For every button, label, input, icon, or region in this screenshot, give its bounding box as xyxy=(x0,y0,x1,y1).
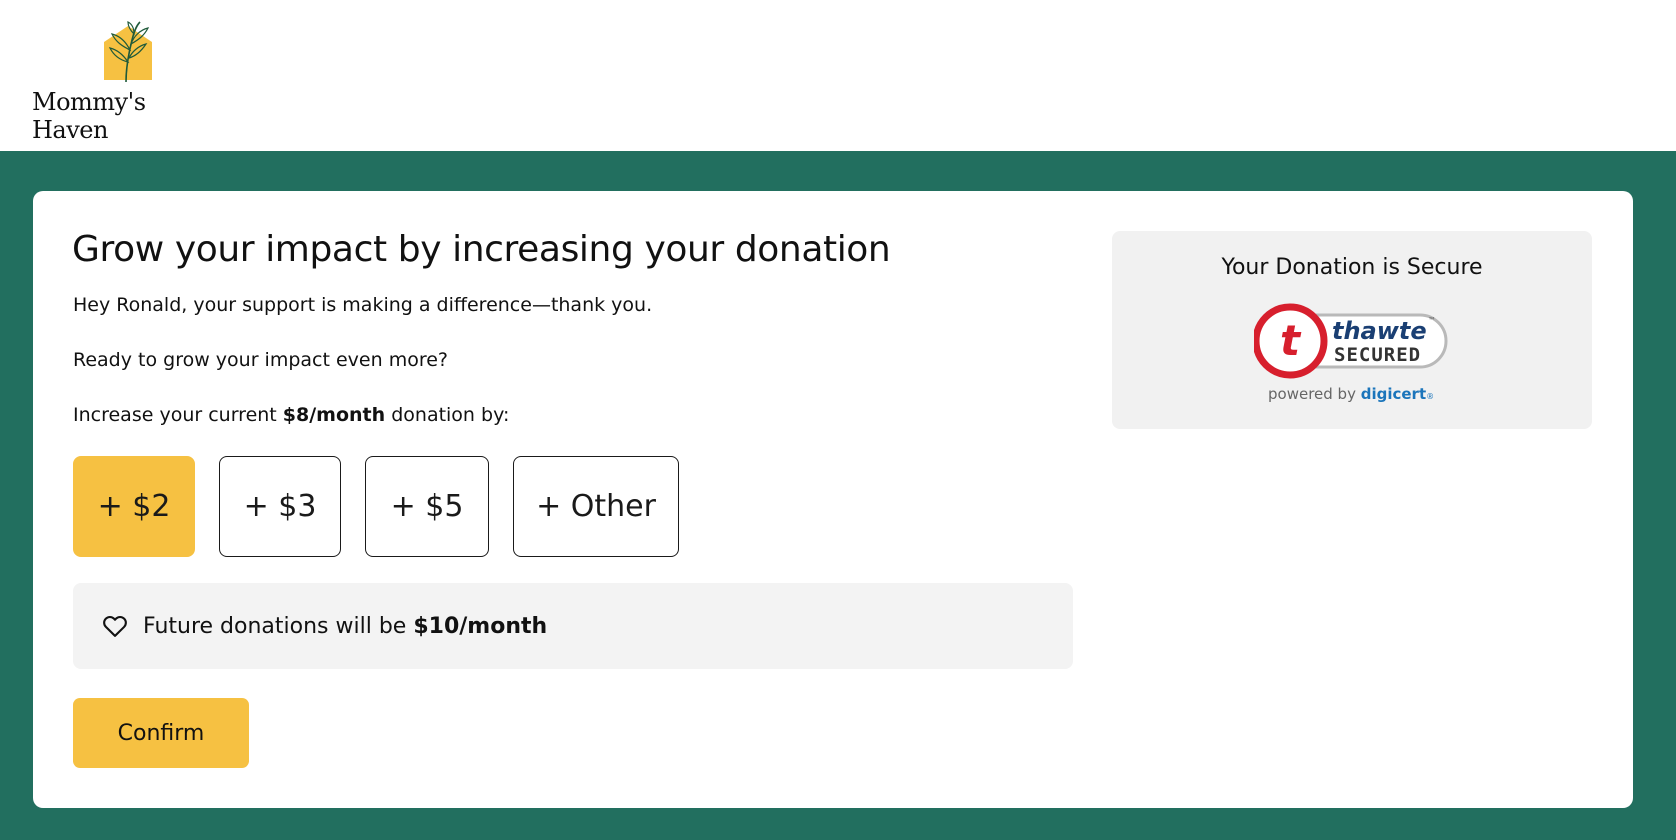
future-donation-summary: Future donations will be $10/month xyxy=(73,583,1073,669)
seal-trademark: ™ xyxy=(1428,316,1436,325)
svg-text:t: t xyxy=(1280,316,1302,365)
greeting-text: Hey Ronald, your support is making a dif… xyxy=(73,294,653,316)
amount-option-3-button[interactable]: + $3 xyxy=(219,456,341,557)
future-amount: $10/month xyxy=(413,613,548,639)
thawte-secured-seal[interactable]: t thawte ™ SECURED powered by digicert® xyxy=(1254,303,1450,407)
amount-option-2-button[interactable]: + $2 xyxy=(73,456,195,557)
logo[interactable]: Mommy's Haven xyxy=(32,20,222,144)
page-title: Grow your impact by increasing your dona… xyxy=(72,229,891,270)
future-donation-text: Future donations will be $10/month xyxy=(143,614,547,639)
seal-powered-prefix: powered by xyxy=(1268,385,1361,403)
seal-brand: thawte xyxy=(1332,317,1427,345)
house-plant-icon xyxy=(104,21,152,83)
confirm-button[interactable]: Confirm xyxy=(73,698,249,768)
increase-suffix: donation by: xyxy=(385,404,510,426)
heart-icon xyxy=(103,615,127,637)
site-header: Mommy's Haven xyxy=(0,0,1676,151)
donation-card: Grow your impact by increasing your dona… xyxy=(33,191,1633,808)
prompt-text: Ready to grow your impact even more? xyxy=(73,349,448,371)
amount-option-other-button[interactable]: + Other xyxy=(513,456,679,557)
current-amount: $8/month xyxy=(282,404,386,426)
logo-text: Mommy's Haven xyxy=(32,88,146,144)
seal-registered: ® xyxy=(1426,392,1434,401)
future-prefix: Future donations will be xyxy=(143,613,414,639)
seal-powered-by: powered by digicert® xyxy=(1268,385,1434,403)
increase-prefix: Increase your current xyxy=(73,404,283,426)
increase-text: Increase your current $8/month donation … xyxy=(73,404,509,426)
security-title: Your Donation is Secure xyxy=(1221,255,1483,280)
seal-powered-brand: digicert xyxy=(1361,385,1426,403)
security-panel: Your Donation is Secure t thawte ™ SECUR… xyxy=(1112,231,1592,429)
seal-status: SECURED xyxy=(1334,344,1421,366)
amount-option-5-button[interactable]: + $5 xyxy=(365,456,489,557)
